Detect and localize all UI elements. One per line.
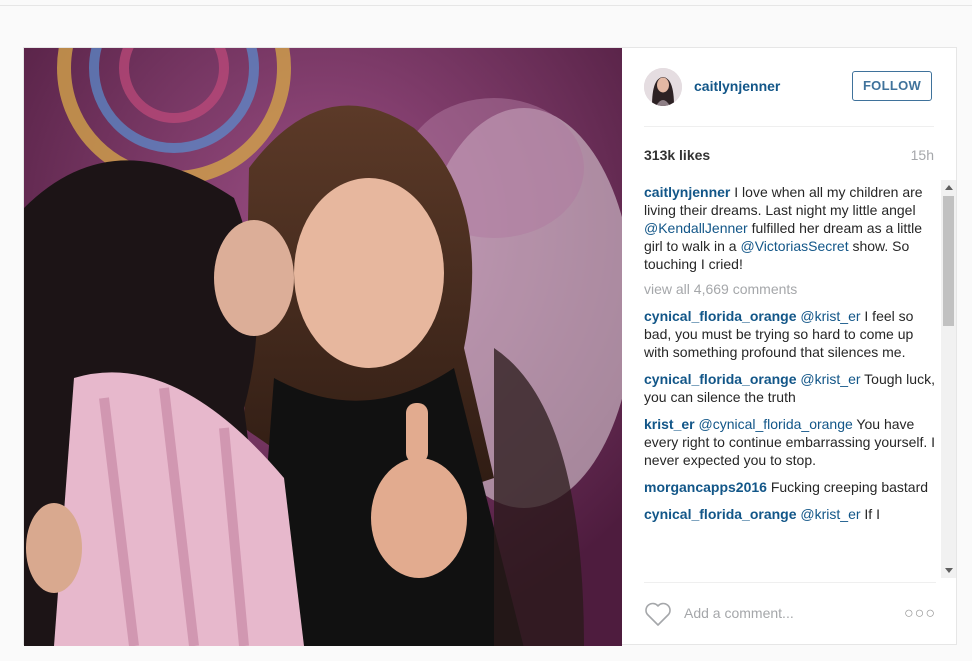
post-timestamp[interactable]: 15h [911, 147, 934, 163]
comment-item: cynical_florida_orange @krist_er I feel … [644, 307, 937, 361]
comment-text: If I [860, 506, 880, 522]
post-header: caitlynjenner FOLLOW [644, 48, 934, 127]
comment-mention[interactable]: @cynical_florida_orange [698, 416, 852, 432]
top-divider [0, 5, 972, 6]
view-all-comments-link[interactable]: view all 4,669 comments [644, 280, 937, 298]
comment-item: cynical_florida_orange @krist_er Tough l… [644, 370, 937, 406]
comment-username[interactable]: cynical_florida_orange [644, 308, 797, 324]
comment-username[interactable]: krist_er [644, 416, 695, 432]
caption-mention-vs[interactable]: @VictoriasSecret [740, 238, 848, 254]
scroll-up-arrow-icon[interactable] [945, 185, 953, 190]
comment-username[interactable]: cynical_florida_orange [644, 371, 797, 387]
comment-item: morgancapps2016 Fucking creeping bastard [644, 478, 937, 496]
username-link[interactable]: caitlynjenner [694, 78, 780, 94]
comment-item: krist_er @cynical_florida_orange You hav… [644, 415, 937, 469]
post-photo[interactable] [24, 48, 622, 646]
scrollbar-thumb[interactable] [943, 196, 954, 326]
comment-mention[interactable]: @krist_er [800, 371, 860, 387]
comment-username[interactable]: cynical_florida_orange [644, 506, 797, 522]
avatar-image [644, 68, 682, 106]
comment-mention[interactable]: @krist_er [800, 506, 860, 522]
comment-item: cynical_florida_orange @krist_er If I [644, 505, 937, 523]
comment-text: Fucking creeping bastard [766, 479, 929, 495]
likes-count[interactable]: 313k likes [644, 147, 710, 163]
comment-mention[interactable]: @krist_er [800, 308, 860, 324]
caption-mention-kendall[interactable]: @KendallJenner [644, 220, 748, 236]
heart-icon[interactable] [644, 601, 672, 627]
post-side-panel: caitlynjenner FOLLOW 313k likes 15h cait… [622, 48, 958, 646]
caption-username[interactable]: caitlynjenner [644, 184, 730, 200]
comments-scrollbar[interactable] [941, 180, 956, 578]
comments-list: caitlynjenner I love when all my childre… [644, 183, 937, 578]
add-comment-input[interactable]: Add a comment... [684, 605, 794, 621]
photo-illustration [24, 48, 622, 646]
caption: caitlynjenner I love when all my childre… [644, 183, 937, 273]
post-card: caitlynjenner FOLLOW 313k likes 15h cait… [23, 47, 958, 646]
avatar[interactable] [644, 68, 682, 106]
scroll-down-arrow-icon[interactable] [945, 568, 953, 573]
comment-username[interactable]: morgancapps2016 [644, 479, 767, 495]
more-options-icon[interactable]: ○○○ [904, 605, 936, 623]
post-actions: Add a comment... ○○○ [644, 582, 936, 647]
follow-button[interactable]: FOLLOW [852, 71, 932, 101]
